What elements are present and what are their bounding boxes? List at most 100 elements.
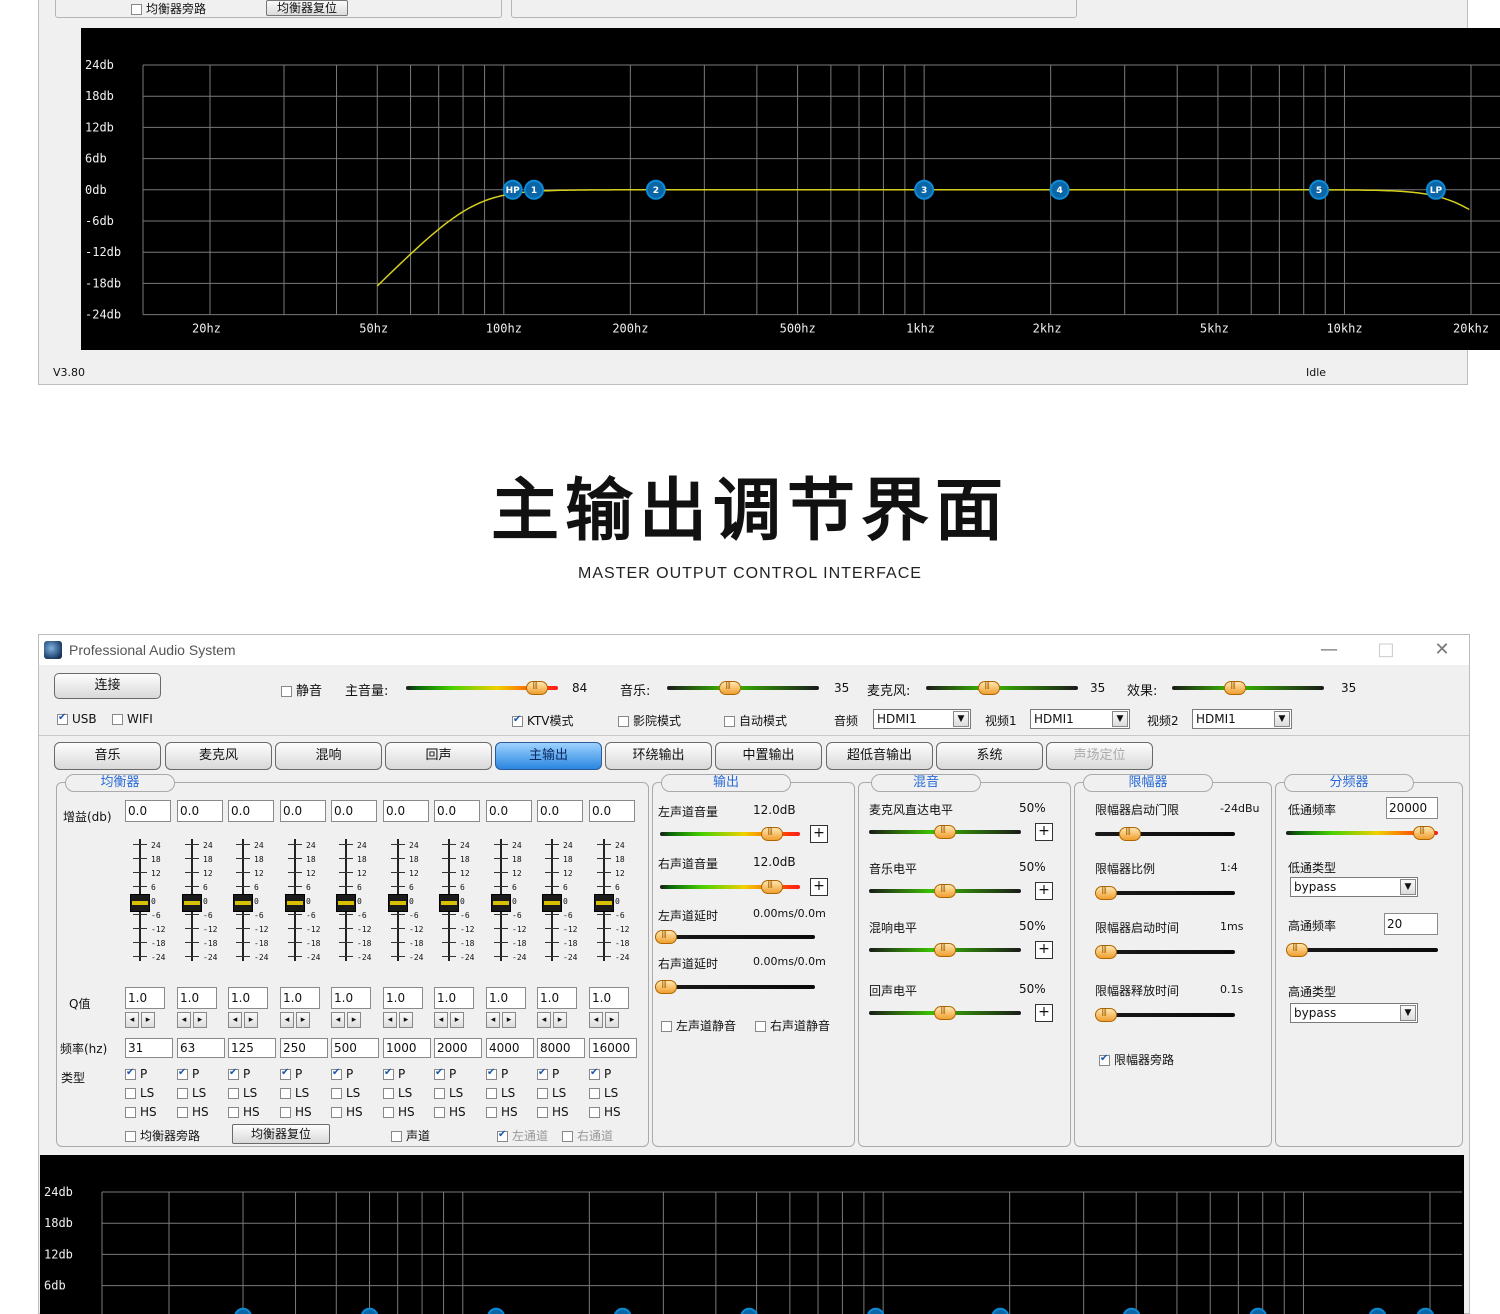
tab-1[interactable]: 麦克风 — [165, 742, 272, 770]
slider-thumb[interactable] — [1224, 680, 1246, 695]
eq-gain-field[interactable]: 0.0 — [177, 800, 223, 822]
chevron-left-icon[interactable]: ◂ — [383, 1012, 397, 1028]
eq-q-spinner[interactable]: ◂ ▸ — [228, 1011, 264, 1028]
eq-freq-field[interactable]: 31 — [125, 1038, 173, 1058]
eq-type-ls-checkbox[interactable]: LS — [537, 1086, 566, 1100]
eq-type-p-checkbox[interactable]: P — [280, 1067, 302, 1081]
chevron-right-icon[interactable]: ▸ — [347, 1012, 361, 1028]
eq-type-p-checkbox[interactable]: P — [589, 1067, 611, 1081]
eq-type-ls-checkbox[interactable]: LS — [280, 1086, 309, 1100]
chevron-right-icon[interactable]: ▸ — [244, 1012, 258, 1028]
eq-type-ls-checkbox[interactable]: LS — [434, 1086, 463, 1100]
chevron-left-icon[interactable]: ◂ — [177, 1012, 191, 1028]
eq-type-ls-checkbox[interactable]: LS — [486, 1086, 515, 1100]
video2-source-select[interactable]: HDMI1 ▼ — [1192, 709, 1292, 729]
limiter-bypass-checkbox[interactable]: 限幅器旁路 — [1099, 1051, 1174, 1068]
right-delay-slider[interactable] — [655, 979, 815, 994]
fader-knob[interactable] — [594, 894, 614, 912]
limiter-item-slider[interactable] — [1095, 944, 1235, 959]
eq-q-field[interactable]: 1.0 — [537, 987, 577, 1009]
eq-q-spinner[interactable]: ◂ ▸ — [434, 1011, 470, 1028]
fader-knob[interactable] — [439, 894, 459, 912]
eq-gain-field[interactable]: 0.0 — [125, 800, 171, 822]
eq-gain-field[interactable]: 0.0 — [383, 800, 429, 822]
eq-type-ls-checkbox[interactable]: LS — [589, 1086, 618, 1100]
tab-0[interactable]: 音乐 — [54, 742, 161, 770]
fader-knob[interactable] — [182, 894, 202, 912]
eq-fader[interactable]: 24 18 12 6 0 -6 -12 -18 -24 — [179, 839, 229, 967]
eq-type-hs-checkbox[interactable]: HS — [228, 1105, 260, 1119]
eq-gain-field[interactable]: 0.0 — [434, 800, 480, 822]
fader-knob[interactable] — [388, 894, 408, 912]
eq-reset-button[interactable]: 均衡器复位 — [266, 0, 349, 16]
right-channel-checkbox[interactable]: 右通道 — [562, 1127, 613, 1144]
mic-level-slider[interactable] — [926, 680, 1078, 695]
tab-8[interactable]: 系统 — [936, 742, 1043, 770]
chevron-left-icon[interactable]: ◂ — [280, 1012, 294, 1028]
eq-type-p-checkbox[interactable]: P — [331, 1067, 353, 1081]
eq-type-hs-checkbox[interactable]: HS — [177, 1105, 209, 1119]
chevron-right-icon[interactable]: ▸ — [141, 1012, 155, 1028]
eq-q-field[interactable]: 1.0 — [434, 987, 474, 1009]
eq-type-p-checkbox[interactable]: P — [228, 1067, 250, 1081]
chevron-right-icon[interactable]: ▸ — [502, 1012, 516, 1028]
eq-q-field[interactable]: 1.0 — [177, 987, 217, 1009]
slider-thumb[interactable] — [526, 680, 548, 695]
slider-thumb[interactable] — [934, 824, 956, 839]
eq-type-ls-checkbox[interactable]: LS — [383, 1086, 412, 1100]
eq-gain-field[interactable]: 0.0 — [486, 800, 532, 822]
master-volume-slider[interactable] — [406, 680, 558, 695]
slider-thumb[interactable] — [1095, 885, 1117, 900]
chevron-down-icon[interactable]: ▼ — [1112, 711, 1128, 727]
bottom-frequency-response-graph[interactable]: 24db 18db 12db 6db — [40, 1155, 1464, 1314]
slider-thumb[interactable] — [978, 680, 1000, 695]
plus-icon[interactable]: + — [1035, 1004, 1053, 1022]
eq-q-spinner[interactable]: ◂ ▸ — [125, 1011, 161, 1028]
eq-q-field[interactable]: 1.0 — [331, 987, 371, 1009]
slider-thumb[interactable] — [934, 1005, 956, 1020]
fader-knob[interactable] — [491, 894, 511, 912]
slider-thumb[interactable] — [761, 879, 783, 894]
eq-type-hs-checkbox[interactable]: HS — [383, 1105, 415, 1119]
slider-thumb[interactable] — [1119, 826, 1141, 841]
slider-thumb[interactable] — [719, 680, 741, 695]
voice-checkbox[interactable]: 声道 — [391, 1127, 430, 1144]
chevron-right-icon[interactable]: ▸ — [553, 1012, 567, 1028]
eq-fader[interactable]: 24 18 12 6 0 -6 -12 -18 -24 — [539, 839, 589, 967]
eq-bypass-checkbox[interactable]: 均衡器旁路 — [125, 1127, 200, 1144]
chevron-left-icon[interactable]: ◂ — [125, 1012, 139, 1028]
chevron-down-icon[interactable]: ▼ — [1400, 879, 1416, 895]
highpass-freq-slider[interactable] — [1286, 942, 1438, 957]
eq-type-hs-checkbox[interactable]: HS — [537, 1105, 569, 1119]
tab-5[interactable]: 环绕输出 — [605, 742, 712, 770]
mix-item-slider[interactable] — [869, 883, 1021, 898]
eq-fader[interactable]: 24 18 12 6 0 -6 -12 -18 -24 — [591, 839, 641, 967]
music-level-slider[interactable] — [667, 680, 819, 695]
chevron-down-icon[interactable]: ▼ — [953, 711, 969, 727]
chevron-left-icon[interactable]: ◂ — [589, 1012, 603, 1028]
ktv-mode-checkbox[interactable]: KTV模式 — [512, 712, 573, 729]
lowpass-freq-field[interactable]: 20000 — [1386, 797, 1438, 819]
chevron-left-icon[interactable]: ◂ — [228, 1012, 242, 1028]
eq-freq-field[interactable]: 500 — [331, 1038, 379, 1058]
eq-freq-field[interactable]: 125 — [228, 1038, 276, 1058]
eq-type-p-checkbox[interactable]: P — [434, 1067, 456, 1081]
eq-type-p-checkbox[interactable]: P — [177, 1067, 199, 1081]
eq-q-field[interactable]: 1.0 — [125, 987, 165, 1009]
eq-type-hs-checkbox[interactable]: HS — [280, 1105, 312, 1119]
wifi-checkbox[interactable]: WIFI — [112, 712, 153, 726]
eq-type-hs-checkbox[interactable]: HS — [434, 1105, 466, 1119]
plus-icon[interactable]: + — [810, 878, 828, 896]
slider-thumb[interactable] — [1286, 942, 1308, 957]
eq-fader[interactable]: 24 18 12 6 0 -6 -12 -18 -24 — [488, 839, 538, 967]
eq-type-p-checkbox[interactable]: P — [383, 1067, 405, 1081]
plus-icon[interactable]: + — [1035, 823, 1053, 841]
auto-mode-checkbox[interactable]: 自动模式 — [724, 712, 787, 729]
chevron-right-icon[interactable]: ▸ — [399, 1012, 413, 1028]
eq-type-hs-checkbox[interactable]: HS — [125, 1105, 157, 1119]
eq-q-field[interactable]: 1.0 — [486, 987, 526, 1009]
lowpass-type-select[interactable]: bypass ▼ — [1290, 877, 1418, 897]
fader-knob[interactable] — [542, 894, 562, 912]
chevron-down-icon[interactable]: ▼ — [1400, 1005, 1416, 1021]
left-volume-slider[interactable] — [660, 826, 800, 841]
